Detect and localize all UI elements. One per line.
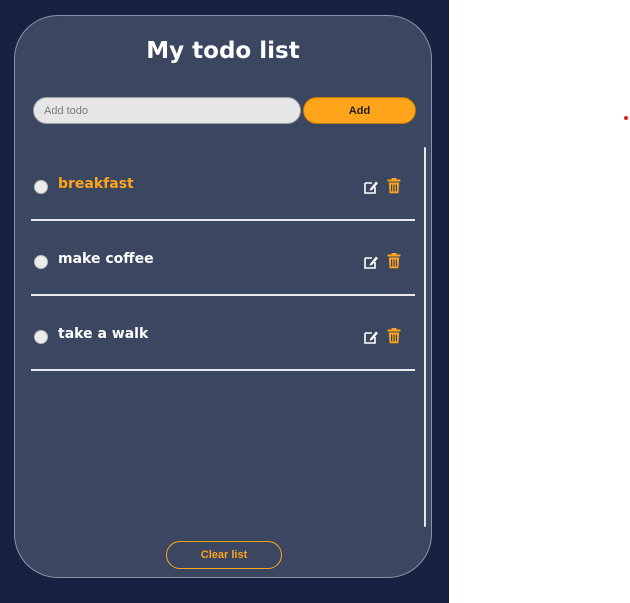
todo-text: take a walk [58,326,149,342]
add-todo-input[interactable] [33,97,301,124]
list-scrollbar[interactable] [424,147,426,527]
trash-icon[interactable] [387,253,401,269]
clear-list-button[interactable]: Clear list [166,541,282,569]
todo-checkbox[interactable] [34,255,48,269]
trash-icon[interactable] [387,328,401,344]
todo-list: breakfast make coffee take a walk [31,146,415,526]
todo-card: My todo list Add breakfast [14,15,432,578]
page-title: My todo list [146,38,300,64]
trash-icon[interactable] [387,178,401,194]
todo-checkbox[interactable] [34,180,48,194]
todo-item: breakfast [31,146,415,221]
edit-icon[interactable] [363,254,379,270]
red-dot [624,116,628,120]
todo-text: breakfast [58,176,134,192]
add-button[interactable]: Add [303,97,416,124]
todo-item: take a walk [31,296,415,371]
todo-text: make coffee [58,251,154,267]
edit-icon[interactable] [363,329,379,345]
todo-checkbox[interactable] [34,330,48,344]
todo-item: make coffee [31,221,415,296]
edit-icon[interactable] [363,179,379,195]
